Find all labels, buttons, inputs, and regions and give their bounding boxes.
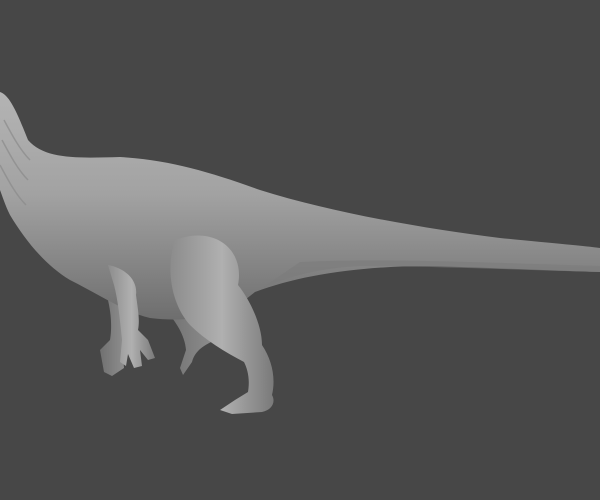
render-viewport — [0, 0, 600, 500]
